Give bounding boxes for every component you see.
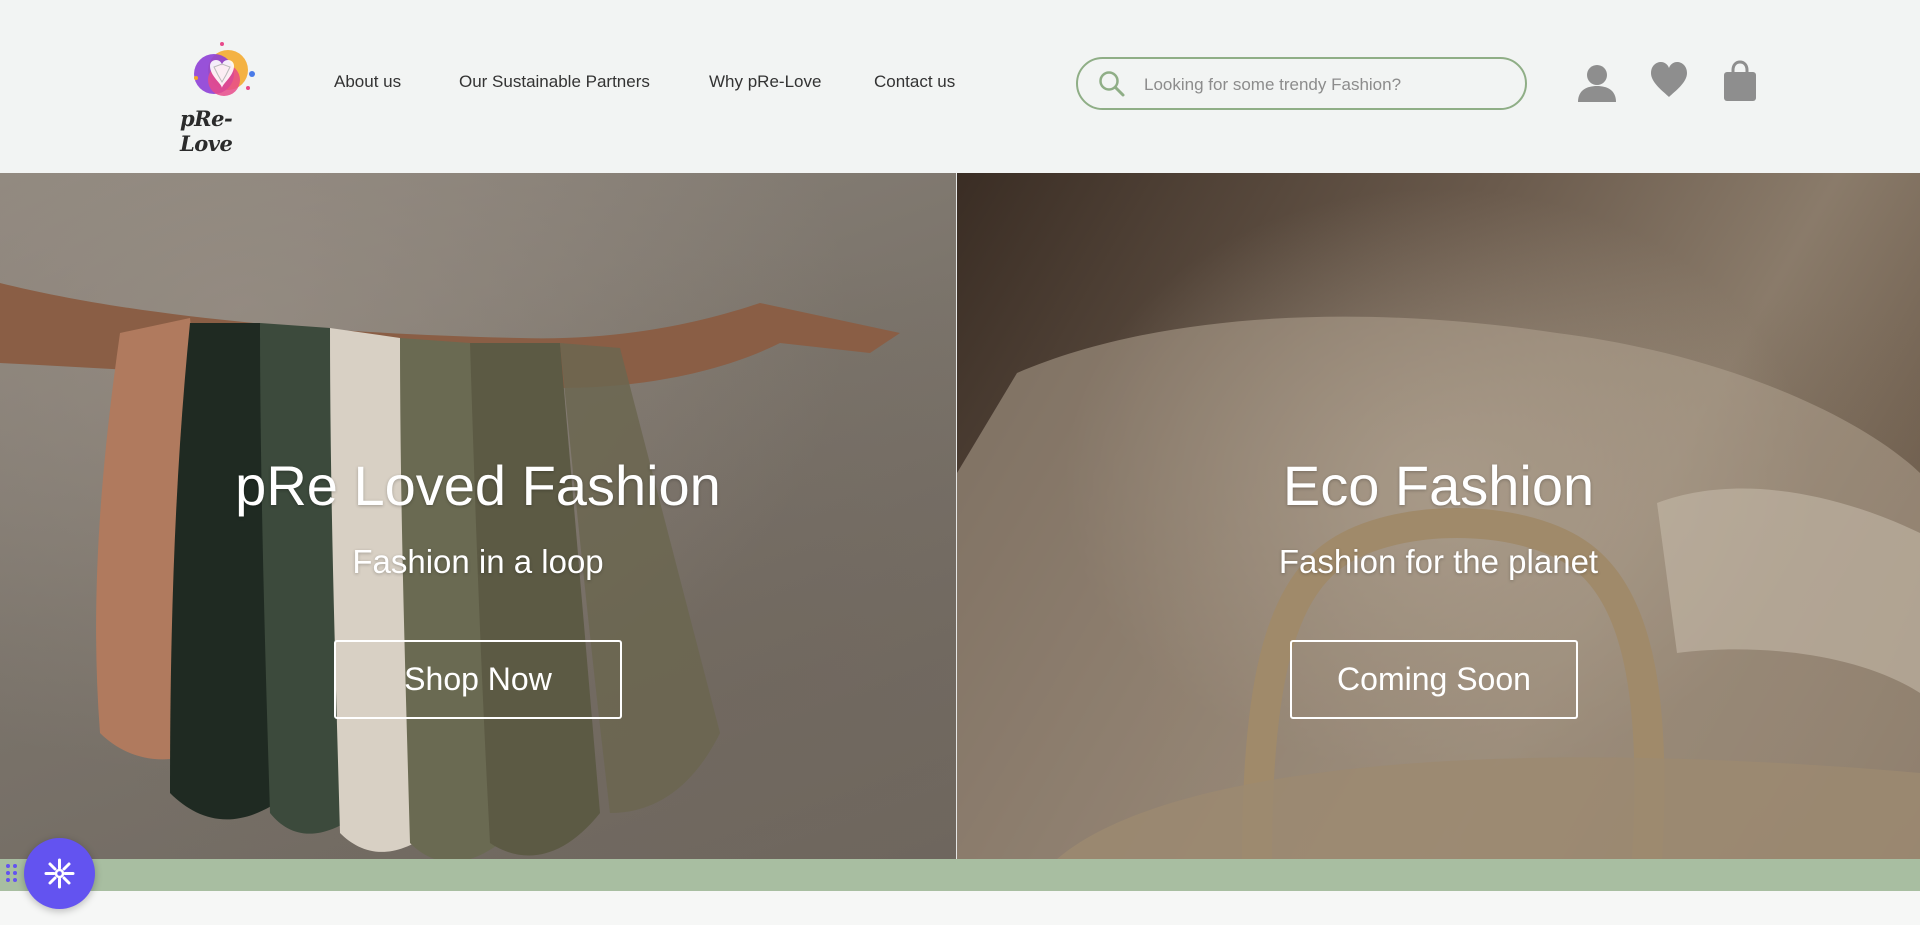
accent-band bbox=[0, 859, 1920, 891]
shop-now-button[interactable]: Shop Now bbox=[334, 640, 622, 719]
hero-section: pRe Loved Fashion Fashion in a loop Shop… bbox=[0, 173, 1920, 859]
hero-subtitle-preloved: Fashion in a loop bbox=[352, 543, 604, 580]
hero-title-eco: Eco Fashion bbox=[1282, 454, 1595, 517]
search-input[interactable] bbox=[1142, 71, 1516, 99]
coming-soon-button[interactable]: Coming Soon bbox=[1290, 640, 1578, 719]
brand-logo[interactable]: pRe-Love bbox=[178, 40, 262, 156]
sparkle-icon bbox=[44, 858, 75, 889]
hero-subtitle-eco: Fashion for the planet bbox=[1278, 543, 1599, 580]
nav-sustainable-partners[interactable]: Our Sustainable Partners bbox=[459, 72, 650, 92]
user-icon[interactable] bbox=[1577, 62, 1617, 104]
hero-panel-preloved: pRe Loved Fashion Fashion in a loop Shop… bbox=[0, 173, 956, 859]
heart-icon[interactable] bbox=[1650, 62, 1688, 98]
assistant-widget-button[interactable] bbox=[24, 838, 95, 909]
hero-panel-eco: Eco Fashion Fashion for the planet Comin… bbox=[957, 173, 1920, 859]
hero-title-preloved: pRe Loved Fashion bbox=[235, 454, 721, 517]
page-content-start bbox=[0, 891, 1920, 925]
drag-handle-icon[interactable] bbox=[5, 862, 19, 884]
search-icon[interactable] bbox=[1098, 70, 1126, 98]
nav-why-pre-love[interactable]: Why pRe-Love bbox=[709, 72, 821, 92]
heart-logo-icon bbox=[194, 42, 255, 96]
shopping-bag-icon[interactable] bbox=[1723, 60, 1757, 102]
search-bar bbox=[1076, 57, 1527, 110]
nav-contact-us[interactable]: Contact us bbox=[874, 72, 955, 92]
nav-about-us[interactable]: About us bbox=[334, 72, 401, 92]
site-header: pRe-Love About us Our Sustainable Partne… bbox=[0, 0, 1920, 173]
logo-text: pRe-Love bbox=[180, 106, 233, 156]
